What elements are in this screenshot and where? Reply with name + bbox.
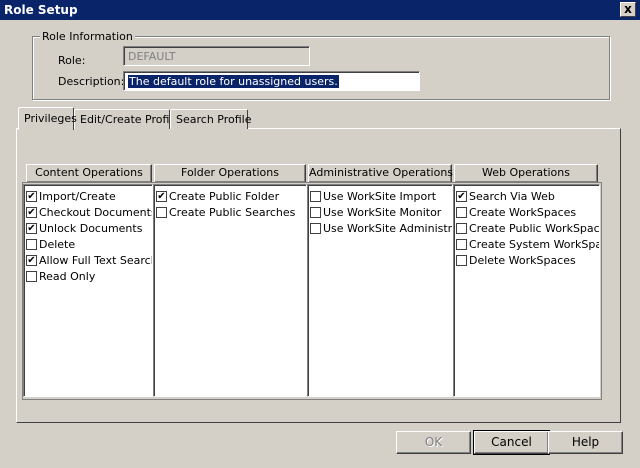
list-item-label: Create Public WorkSpaces: [469, 221, 600, 235]
administrative-operations-header[interactable]: Administrative Operations: [308, 164, 453, 183]
list-item[interactable]: Use WorkSite Import: [310, 188, 450, 204]
list-item-label: Create WorkSpaces: [469, 205, 577, 219]
web-operations-list[interactable]: ✔ Search Via Web Create WorkSpaces Create P…: [453, 184, 600, 397]
role-field[interactable]: DEFAULT: [123, 46, 310, 66]
checkbox-checked-icon[interactable]: ✔: [26, 254, 37, 266]
list-item-label: Unlock Documents: [39, 221, 143, 235]
cancel-button[interactable]: Cancel: [473, 430, 550, 455]
close-icon[interactable]: x: [620, 2, 636, 17]
description-label: Description:: [58, 75, 125, 88]
list-item-label: Read Only: [39, 269, 96, 283]
ok-button[interactable]: OK: [396, 431, 471, 454]
checkbox-checked-icon[interactable]: ✔: [156, 190, 167, 202]
list-item-label: Create Public Searches: [169, 205, 296, 219]
checkbox-unchecked-icon[interactable]: [156, 206, 167, 218]
list-item[interactable]: Create WorkSpaces: [456, 204, 597, 220]
checkbox-checked-icon[interactable]: ✔: [26, 190, 37, 202]
list-item[interactable]: Create System WorkSpaces: [456, 236, 599, 252]
list-item[interactable]: ✔ Unlock Documents: [26, 220, 150, 236]
checkbox-unchecked-icon[interactable]: [456, 222, 467, 234]
checkbox-checked-icon[interactable]: ✔: [26, 222, 37, 234]
checkbox-unchecked-icon[interactable]: [26, 270, 37, 282]
list-item[interactable]: Use WorkSite Administration: [310, 220, 453, 236]
tab-search-profile[interactable]: Search Profile: [170, 109, 252, 129]
role-information-title: Role Information: [40, 30, 135, 43]
list-item[interactable]: Use WorkSite Monitor: [310, 204, 450, 220]
list-item[interactable]: ✔ Checkout Documents: [26, 204, 153, 220]
checkbox-unchecked-icon[interactable]: [26, 238, 37, 250]
list-item-label: Checkout Documents: [39, 205, 153, 219]
list-item-label: Use WorkSite Monitor: [323, 205, 442, 219]
list-item[interactable]: ✔ Create Public Folder: [156, 188, 304, 204]
checkbox-unchecked-icon[interactable]: [456, 254, 467, 266]
list-item-label: Delete: [39, 237, 76, 251]
folder-operations-list[interactable]: ✔ Create Public Folder Create Public Searc…: [153, 184, 307, 397]
list-item[interactable]: Create Public WorkSpaces: [456, 220, 600, 236]
content-operations-list[interactable]: ✔ Import/Create ✔ Checkout Documents ✔ Unlock…: [23, 184, 153, 397]
help-button[interactable]: Help: [548, 431, 623, 454]
list-item[interactable]: Delete: [26, 236, 150, 252]
list-item-label: Delete WorkSpaces: [469, 253, 576, 267]
checkbox-unchecked-icon[interactable]: [456, 238, 467, 250]
list-item-label: Import/Create: [39, 189, 116, 203]
tab-edit-create-profile[interactable]: Edit/Create Profile: [74, 109, 179, 129]
title-bar[interactable]: Role Setup x: [0, 0, 640, 20]
list-item-label: Create System WorkSpaces: [469, 237, 599, 251]
list-item-label: Search Via Web: [469, 189, 555, 203]
description-field[interactable]: The default role for unassigned users.: [123, 71, 420, 91]
web-operations-header[interactable]: Web Operations: [454, 164, 598, 183]
list-item[interactable]: Create Public Searches: [156, 204, 304, 220]
description-selected-text: The default role for unassigned users.: [128, 75, 339, 88]
checkbox-checked-icon[interactable]: ✔: [456, 190, 467, 202]
checkbox-unchecked-icon[interactable]: [310, 190, 321, 202]
list-item[interactable]: ✔ Import/Create: [26, 188, 150, 204]
list-item[interactable]: ✔ Allow Full Text Search: [26, 252, 153, 268]
checkbox-unchecked-icon[interactable]: [310, 206, 321, 218]
list-item-label: Use WorkSite Import: [323, 189, 437, 203]
checkbox-unchecked-icon[interactable]: [310, 222, 321, 234]
tab-privileges[interactable]: Privileges: [18, 107, 77, 130]
role-label: Role:: [58, 54, 86, 67]
list-item-label: Allow Full Text Search: [39, 253, 153, 267]
window-title: Role Setup: [4, 3, 78, 17]
list-item-label: Use WorkSite Administration: [323, 221, 453, 235]
folder-operations-header[interactable]: Folder Operations: [154, 164, 306, 183]
checkbox-checked-icon[interactable]: ✔: [26, 206, 37, 218]
checkbox-unchecked-icon[interactable]: [456, 206, 467, 218]
list-item[interactable]: Read Only: [26, 268, 150, 284]
list-item[interactable]: ✔ Search Via Web: [456, 188, 597, 204]
role-setup-dialog: Role Setup x Role Information Role: DEFA…: [0, 0, 640, 468]
content-operations-header[interactable]: Content Operations: [26, 164, 152, 183]
list-item-label: Create Public Folder: [169, 189, 280, 203]
administrative-operations-list[interactable]: Use WorkSite Import Use WorkSite Monitor U…: [307, 184, 453, 397]
list-item[interactable]: Delete WorkSpaces: [456, 252, 597, 268]
